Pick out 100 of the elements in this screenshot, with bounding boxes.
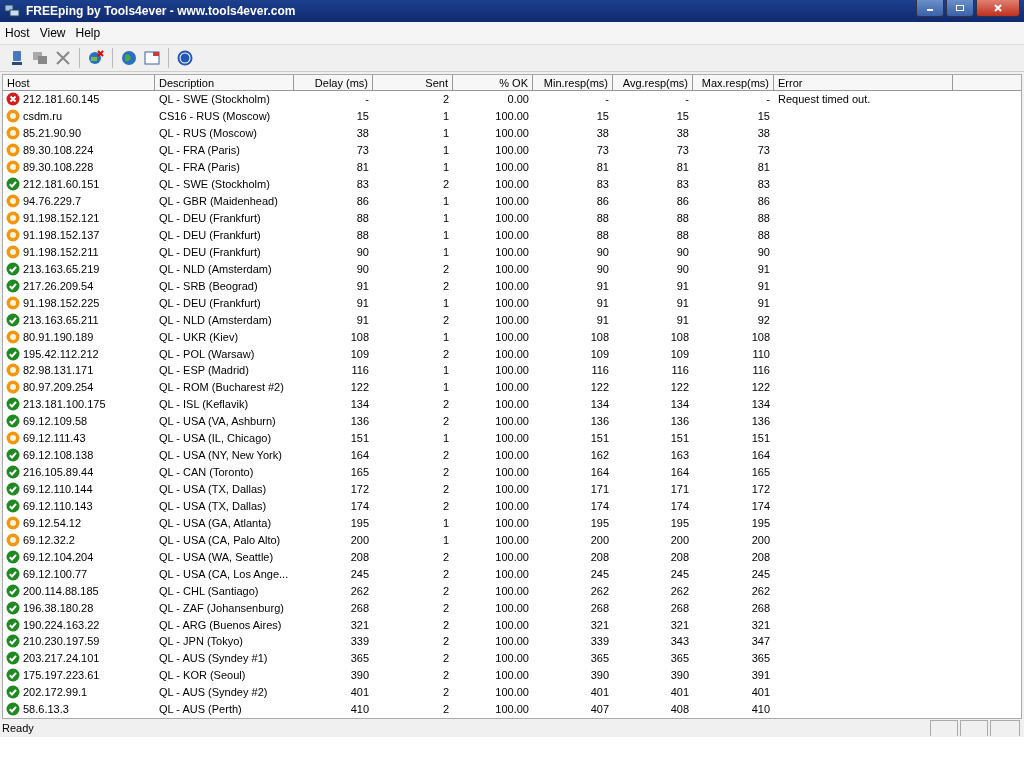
table-cell: 81 bbox=[757, 161, 770, 174]
table-cell: 116 bbox=[671, 364, 689, 377]
check-icon bbox=[6, 482, 20, 497]
table-cell: 88 bbox=[596, 228, 609, 241]
column-header[interactable]: Host bbox=[3, 75, 155, 91]
table-cell: QL - ARG (Buenos Aires) bbox=[159, 618, 282, 631]
dot-icon bbox=[6, 143, 20, 158]
table-cell: 210.230.197.59 bbox=[23, 634, 100, 649]
table-cell: 200 bbox=[670, 533, 689, 546]
dot-icon bbox=[6, 109, 20, 124]
table-cell: 100.00 bbox=[495, 618, 529, 631]
computer-cross-icon[interactable] bbox=[87, 49, 105, 67]
table-cell: 90 bbox=[596, 245, 609, 258]
table-cell: QL - KOR (Seoul) bbox=[159, 669, 246, 682]
column-header[interactable]: Sent bbox=[373, 75, 453, 91]
table-cell: 15 bbox=[596, 110, 609, 123]
table-cell: 109 bbox=[590, 347, 609, 360]
table-cell: 38 bbox=[757, 127, 770, 140]
dot-icon bbox=[6, 380, 20, 395]
table-cell: 100.00 bbox=[495, 449, 529, 462]
table-cell: - bbox=[365, 93, 369, 106]
check-icon bbox=[6, 448, 20, 463]
check-icon bbox=[6, 566, 20, 581]
table-cell: QL - SRB (Beograd) bbox=[159, 279, 258, 292]
column-header[interactable]: Description bbox=[155, 75, 294, 91]
table-cell: QL - USA (IL, Chicago) bbox=[159, 432, 272, 445]
table-cell: 100.00 bbox=[495, 398, 529, 411]
table-cell: 171 bbox=[590, 483, 609, 496]
table-cell: 15 bbox=[676, 110, 689, 123]
check-icon bbox=[6, 414, 20, 429]
table-cell: 245 bbox=[670, 567, 689, 580]
column-header[interactable]: % OK bbox=[453, 75, 533, 91]
table-cell: 38 bbox=[356, 127, 369, 140]
close-button[interactable] bbox=[976, 0, 1020, 17]
dot-icon bbox=[6, 126, 20, 141]
table-cell: 268 bbox=[350, 601, 369, 614]
table-cell: 365 bbox=[350, 652, 369, 665]
table-cell: 401 bbox=[590, 686, 609, 699]
window-icon[interactable] bbox=[143, 49, 161, 67]
table-cell: QL - UKR (Kiev) bbox=[159, 330, 239, 343]
table-cell: 108 bbox=[670, 330, 689, 343]
table-cell: 174 bbox=[670, 499, 689, 512]
table-cell: 116 bbox=[752, 364, 770, 377]
column-header[interactable]: Avg.resp(ms) bbox=[613, 75, 693, 91]
table-cell: 90 bbox=[596, 262, 609, 275]
table-cell: 86 bbox=[757, 195, 770, 208]
table-cell: 2 bbox=[442, 652, 449, 665]
column-header[interactable] bbox=[953, 75, 1021, 91]
table-cell: 81 bbox=[356, 161, 369, 174]
table-cell: 268 bbox=[590, 601, 609, 614]
table-cell: QL - USA (WA, Seattle) bbox=[159, 550, 274, 563]
table-cell: 86 bbox=[596, 195, 609, 208]
menu-item[interactable]: Help bbox=[70, 26, 106, 40]
table-cell: 2 bbox=[442, 313, 449, 326]
table-cell: 164 bbox=[350, 449, 369, 462]
minimize-button[interactable] bbox=[916, 0, 944, 17]
check-icon bbox=[6, 278, 20, 293]
table-cell: 91 bbox=[596, 296, 609, 309]
table-cell: 108 bbox=[350, 330, 369, 343]
table-cell: 2 bbox=[442, 178, 449, 191]
column-header[interactable]: Max.resp(ms) bbox=[693, 75, 774, 91]
table-cell: 80.91.190.189 bbox=[23, 329, 94, 344]
table-cell: 262 bbox=[350, 584, 369, 597]
table-cell: 401 bbox=[751, 686, 770, 699]
table-cell: 91 bbox=[356, 279, 369, 292]
table-cell: 1 bbox=[442, 195, 449, 208]
menu-item[interactable]: Host bbox=[0, 26, 35, 40]
table-cell: 91.198.152.137 bbox=[23, 227, 100, 242]
table-cell: 407 bbox=[590, 703, 609, 716]
table-cell: 100.00 bbox=[495, 279, 529, 292]
table-cell: 208 bbox=[350, 550, 369, 563]
table-cell: 136 bbox=[350, 415, 369, 428]
table-cell: 195 bbox=[751, 516, 770, 529]
table-cell: 86 bbox=[356, 195, 369, 208]
table-cell: 365 bbox=[751, 652, 770, 665]
maximize-button[interactable] bbox=[946, 0, 974, 17]
check-icon bbox=[6, 583, 20, 598]
dot-icon bbox=[6, 194, 20, 209]
table-cell: 90 bbox=[676, 262, 689, 275]
table-cell: 100.00 bbox=[495, 686, 529, 699]
table-cell: 2 bbox=[442, 669, 449, 682]
table-cell: 100.00 bbox=[495, 262, 529, 275]
table-cell: 2 bbox=[442, 466, 449, 479]
column-header[interactable]: Error bbox=[774, 75, 953, 91]
globe-icon[interactable] bbox=[120, 49, 138, 67]
table-cell: 208 bbox=[751, 550, 770, 563]
column-header[interactable]: Delay (ms) bbox=[294, 75, 373, 91]
table-cell: 2 bbox=[442, 415, 449, 428]
column-header[interactable]: Min.resp(ms) bbox=[533, 75, 613, 91]
menu-item[interactable]: View bbox=[34, 26, 71, 40]
table-cell: 1 bbox=[442, 432, 449, 445]
table-cell: 1 bbox=[442, 364, 449, 377]
table-cell: 390 bbox=[590, 669, 609, 682]
table-cell: 100.00 bbox=[495, 127, 529, 140]
table-cell: 83 bbox=[676, 178, 689, 191]
check-icon bbox=[6, 685, 20, 700]
table-cell: 100.00 bbox=[495, 381, 529, 394]
table-cell: 91.198.152.121 bbox=[23, 211, 100, 226]
table-cell: 1 bbox=[442, 110, 449, 123]
table-cell: 200 bbox=[751, 533, 770, 546]
